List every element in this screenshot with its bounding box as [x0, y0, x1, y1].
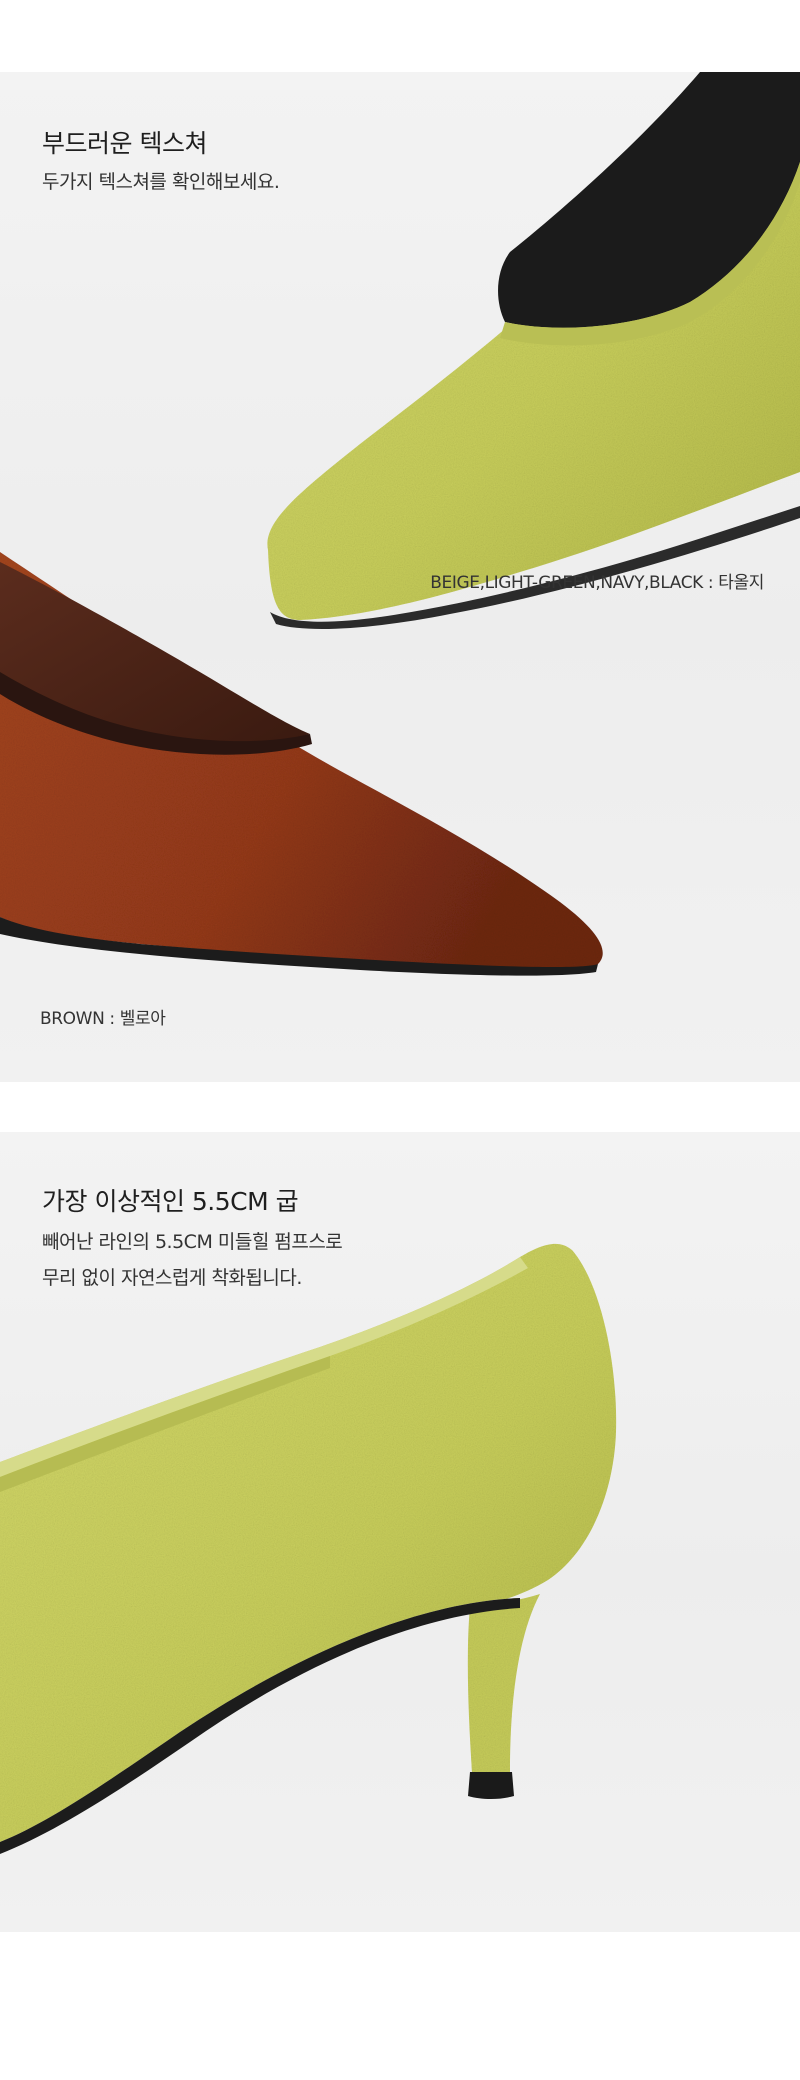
heel-title: 가장 이상적인 5.5CM 굽 — [42, 1187, 299, 1216]
texture-description: 두가지 텍스쳐를 확인해보세요. — [42, 171, 280, 193]
green-shoe-caption: BEIGE,LIGHT-GREEN,NAVY,BLACK : 타올지 — [430, 573, 764, 593]
brown-shoe-caption: BROWN : 벨로아 — [40, 1009, 166, 1029]
heel-description-line-2: 무리 없이 자연스럽게 착화됩니다. — [42, 1267, 302, 1289]
texture-section: 부드러운 텍스쳐 두가지 텍스쳐를 확인해보세요. BEIGE,LIGHT-GR… — [0, 72, 800, 1082]
heel-description-line-1: 빼어난 라인의 5.5CM 미들힐 펌프스로 — [42, 1231, 343, 1253]
heel-section: 가장 이상적인 5.5CM 굽 빼어난 라인의 5.5CM 미들힐 펌프스로 무… — [0, 1132, 800, 1932]
heel-description: 빼어난 라인의 5.5CM 미들힐 펌프스로 무리 없이 자연스럽게 착화됩니다… — [42, 1224, 343, 1296]
texture-title: 부드러운 텍스쳐 — [42, 129, 207, 158]
lime-heel-shoe — [0, 1243, 617, 1854]
lime-towel-shoe — [267, 72, 800, 629]
